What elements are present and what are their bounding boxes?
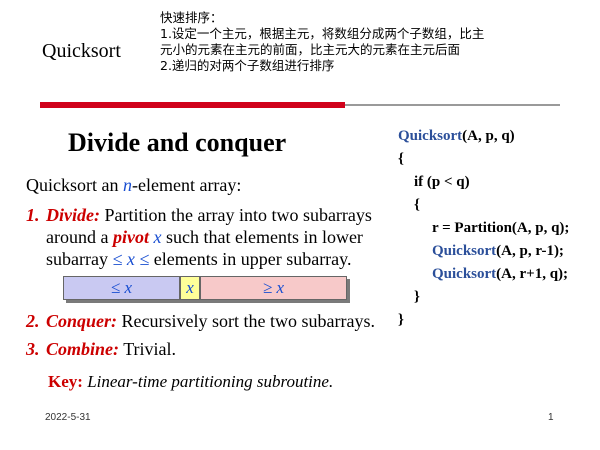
- code-line: Quicksort(A, p, r-1);: [398, 240, 569, 263]
- step-divide: 1. Divide: Partition the array into two s…: [26, 204, 372, 270]
- intro-var: n: [122, 175, 132, 195]
- note-line: 2.递归的对两个子数组进行排序: [160, 58, 335, 73]
- intro-pre: Quicksort an: [26, 175, 123, 195]
- inequality: ≤ x ≤: [112, 249, 150, 269]
- chinese-note: 快速排序： 1.设定一个主元，根据主元，将数组分成两个子数组，比主 元小的元素在…: [160, 10, 484, 74]
- code-text: (A, p, r-1);: [496, 243, 564, 259]
- step-text: Recursively sort the two subarrays.: [117, 311, 375, 331]
- footer-date: 2022-5-31: [45, 412, 91, 423]
- code-fn: Quicksort: [432, 266, 497, 282]
- step-number: 3.: [26, 339, 40, 359]
- code-line: Quicksort(A, r+1, q);: [398, 263, 569, 286]
- step-number: 1.: [26, 205, 40, 225]
- step-conquer: 2. Conquer: Recursively sort the two suba…: [26, 310, 375, 332]
- code-fn: Quicksort: [398, 128, 463, 144]
- line-text: elements in upper subarray.: [149, 249, 352, 269]
- step-text: Trivial.: [119, 339, 177, 359]
- line-text: such that elements in lower: [161, 227, 363, 247]
- partition-upper: ≥ x: [200, 276, 347, 300]
- step-divide-line3: subarray ≤ x ≤ elements in upper subarra…: [26, 248, 372, 270]
- code-text: (A, p, q): [462, 128, 515, 144]
- step-number: 2.: [26, 311, 40, 331]
- code-line: Quicksort(A, p, q): [398, 125, 569, 148]
- line-text: around a: [46, 227, 113, 247]
- code-block: Quicksort(A, p, q) { if (p < q) { r = Pa…: [398, 125, 569, 332]
- line-text: subarray: [46, 249, 113, 269]
- header-divider-red: [40, 102, 345, 108]
- header-divider-gray: [345, 104, 560, 106]
- intro-text: Quicksort an n-element array:: [26, 175, 241, 196]
- code-line: }: [398, 312, 404, 328]
- key-note: Key: Linear-time partitioning subroutine…: [48, 372, 333, 392]
- partition-diagram: ≤ x x ≥ x: [63, 276, 347, 300]
- partition-pivot: x: [180, 276, 200, 300]
- step-divide-line1: 1. Divide: Partition the array into two s…: [26, 204, 372, 226]
- step-combine: 3. Combine: Trivial.: [26, 338, 176, 360]
- code-line: {: [398, 151, 404, 167]
- code-line: if (p < q): [414, 174, 470, 190]
- code-fn: Quicksort: [432, 243, 497, 259]
- step-keyword: Conquer:: [46, 311, 118, 331]
- note-line: 1.设定一个主元，根据主元，将数组分成两个子数组，比主: [160, 26, 485, 41]
- step-divide-line2: around a pivot x such that elements in l…: [26, 226, 372, 248]
- code-text: (A, r+1, q);: [496, 266, 569, 282]
- key-text: Linear-time partitioning subroutine.: [82, 372, 334, 391]
- slide-title: Divide and conquer: [68, 128, 287, 157]
- step-keyword: Divide:: [46, 205, 100, 225]
- pivot-word: pivot: [112, 227, 149, 247]
- step-keyword: Combine:: [46, 339, 120, 359]
- partition-lower: ≤ x: [63, 276, 180, 300]
- code-line: }: [414, 289, 420, 305]
- code-line: r = Partition(A, p, q);: [432, 220, 570, 236]
- page-number: 1: [548, 412, 554, 423]
- note-line: 快速排序：: [160, 10, 223, 25]
- header-title: Quicksort: [42, 40, 121, 62]
- key-label: Key:: [48, 372, 83, 391]
- code-line: {: [414, 197, 420, 213]
- note-line: 元小的元素在主元的前面，比主元大的元素在主元后面: [160, 42, 461, 57]
- step-text: Partition the array into two subarrays: [99, 205, 372, 225]
- intro-post: -element array:: [131, 175, 242, 195]
